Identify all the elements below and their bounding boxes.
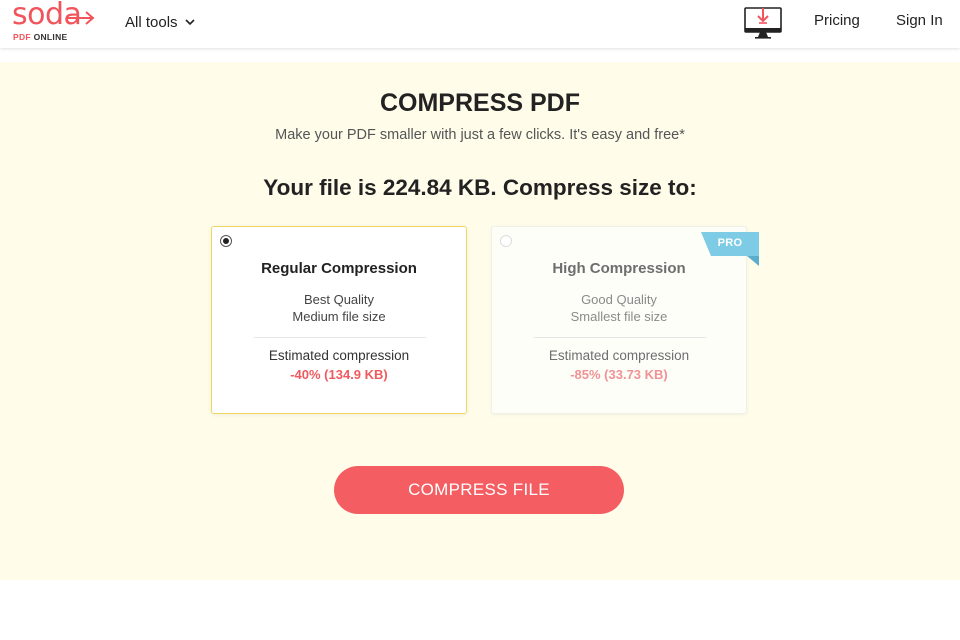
regular-compression-radio[interactable] — [220, 235, 232, 247]
logo-subtitle: PDF ONLINE — [13, 32, 68, 42]
option-quality: Best Quality — [303, 292, 375, 307]
compress-panel: COMPRESS PDF Make your PDF smaller with … — [0, 62, 960, 580]
logo-arrow-icon — [68, 11, 95, 25]
all-tools-menu[interactable]: All tools — [125, 11, 196, 33]
pro-badge: PRO — [717, 237, 743, 249]
compress-question: Your file is 224.84 KB. Compress size to… — [263, 175, 697, 200]
estimate-label: Estimated compression — [548, 348, 690, 363]
estimate-value: -85% (33.73 KB) — [570, 367, 668, 382]
chevron-down-icon — [184, 19, 195, 26]
high-compression-radio[interactable] — [500, 235, 512, 247]
estimate-label: Estimated compression — [268, 348, 410, 363]
option-title: Regular Compression — [261, 260, 417, 277]
nav-signin-link[interactable]: Sign In — [896, 12, 943, 30]
divider — [534, 337, 706, 338]
soda-pdf-logo[interactable]: soda PDF ONLINE — [12, 0, 98, 44]
divider — [254, 337, 426, 338]
all-tools-label: All tools — [125, 13, 178, 31]
top-header: soda PDF ONLINE All tools Pricing Sign I… — [0, 0, 960, 48]
option-size: Smallest file size — [570, 309, 668, 324]
page-title: COMPRESS PDF — [379, 89, 581, 117]
estimate-value: -40% (134.9 KB) — [290, 367, 388, 382]
compress-file-button[interactable]: COMPRESS FILE — [334, 466, 624, 514]
nav-pricing-link[interactable]: Pricing — [814, 12, 860, 30]
desktop-download-icon[interactable] — [743, 4, 783, 40]
option-size: Medium file size — [292, 309, 386, 324]
regular-compression-option[interactable]: Regular Compression Best Quality Medium … — [211, 226, 467, 414]
option-quality: Good Quality — [581, 292, 657, 307]
page-subtitle: Make your PDF smaller with just a few cl… — [275, 127, 685, 143]
